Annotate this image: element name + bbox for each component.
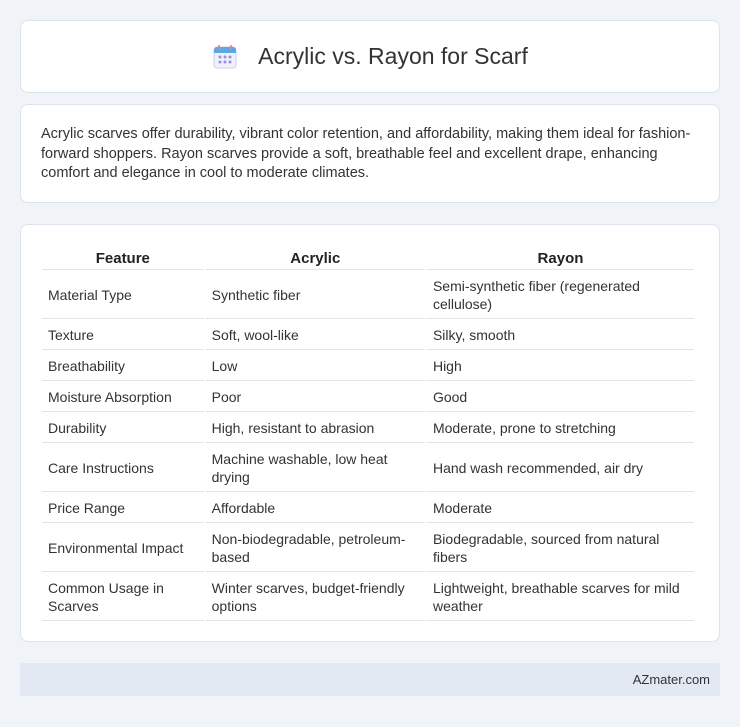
rayon-cell: Moderate, prone to stretching [426,414,694,443]
acrylic-cell: Low [205,352,425,381]
calendar-icon [213,44,237,68]
table-row: Care Instructions Machine washable, low … [42,445,694,492]
rayon-cell: Moderate [426,494,694,523]
intro-card: Acrylic scarves offer durability, vibran… [20,104,720,203]
feature-cell: Material Type [42,272,204,319]
page-title: Acrylic vs. Rayon for Scarf [258,43,528,69]
header-rayon: Rayon [426,248,694,270]
acrylic-cell: Poor [205,383,425,412]
rayon-cell: Good [426,383,694,412]
feature-cell: Breathability [42,352,204,381]
footer-bar: AZmater.com [20,663,720,696]
feature-cell: Moisture Absorption [42,383,204,412]
acrylic-cell: High, resistant to abrasion [205,414,425,443]
table-row: Common Usage in Scarves Winter scarves, … [42,574,694,621]
rayon-cell: Hand wash recommended, air dry [426,445,694,492]
feature-cell: Common Usage in Scarves [42,574,204,621]
acrylic-cell: Soft, wool-like [205,321,425,350]
table-row: Price Range Affordable Moderate [42,494,694,523]
table-row: Environmental Impact Non-biodegradable, … [42,525,694,572]
header-acrylic: Acrylic [205,248,425,270]
acrylic-cell: Non-biodegradable, petroleum-based [205,525,425,572]
acrylic-cell: Affordable [205,494,425,523]
feature-cell: Care Instructions [42,445,204,492]
header-feature: Feature [42,248,204,270]
acrylic-cell: Winter scarves, budget-friendly options [205,574,425,621]
comparison-card: Feature Acrylic Rayon Material Type Synt… [20,224,720,642]
feature-cell: Texture [42,321,204,350]
table-row: Material Type Synthetic fiber Semi-synth… [42,272,694,319]
feature-cell: Price Range [42,494,204,523]
rayon-cell: Lightweight, breathable scarves for mild… [426,574,694,621]
feature-cell: Durability [42,414,204,443]
table-row: Moisture Absorption Poor Good [42,383,694,412]
table-header-row: Feature Acrylic Rayon [42,248,694,270]
comparison-table: Feature Acrylic Rayon Material Type Synt… [40,246,696,623]
intro-text: Acrylic scarves offer durability, vibran… [41,126,691,181]
table-row: Texture Soft, wool-like Silky, smooth [42,321,694,350]
footer-brand[interactable]: AZmater.com [633,672,710,687]
rayon-cell: High [426,352,694,381]
acrylic-cell: Synthetic fiber [205,272,425,319]
table-row: Breathability Low High [42,352,694,381]
rayon-cell: Biodegradable, sourced from natural fibe… [426,525,694,572]
table-row: Durability High, resistant to abrasion M… [42,414,694,443]
feature-cell: Environmental Impact [42,525,204,572]
acrylic-cell: Machine washable, low heat drying [205,445,425,492]
rayon-cell: Semi-synthetic fiber (regenerated cellul… [426,272,694,319]
title-card: Acrylic vs. Rayon for Scarf [20,20,720,93]
rayon-cell: Silky, smooth [426,321,694,350]
